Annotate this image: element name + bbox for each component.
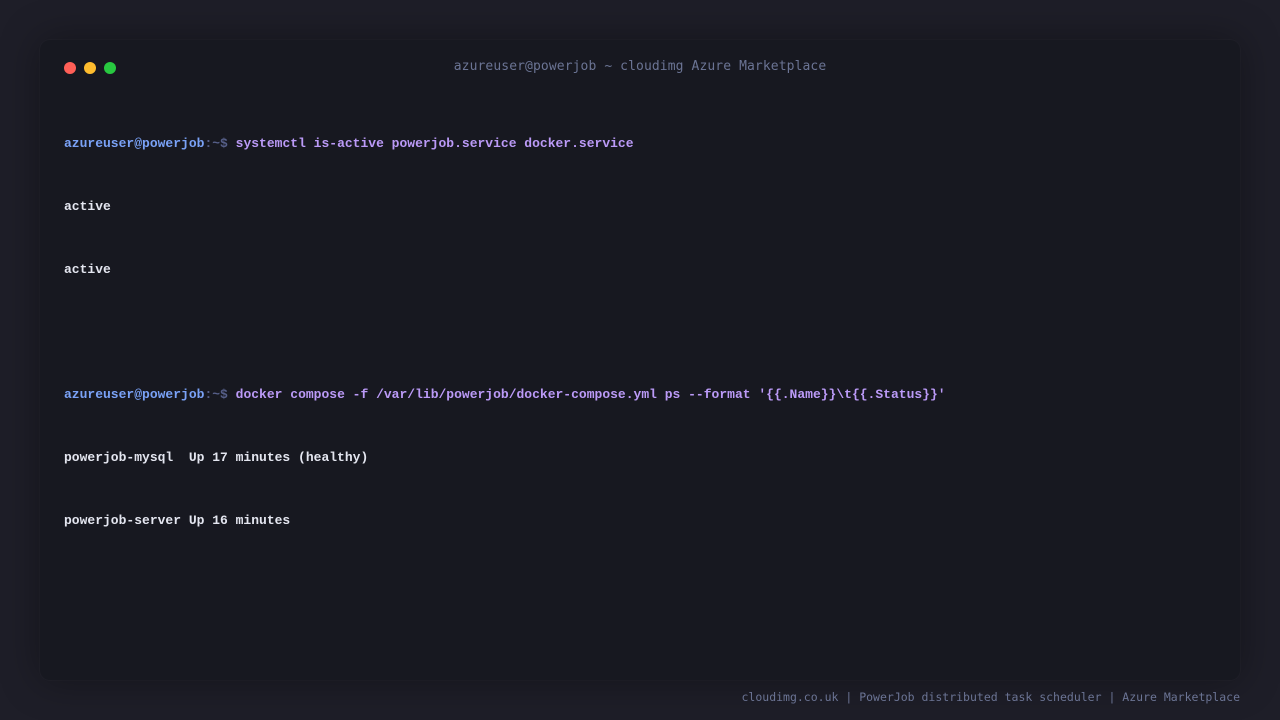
command-text: systemctl is-active powerjob.service doc… (235, 136, 634, 151)
terminal-window: azureuser@powerjob ~ cloudimg Azure Mark… (40, 40, 1240, 680)
terminal-output[interactable]: azureuser@powerjob:~$ systemctl is-activ… (64, 91, 1216, 573)
footer-caption: cloudimg.co.uk | PowerJob distributed ta… (741, 690, 1241, 704)
prompt-user: azureuser@powerjob (64, 387, 205, 402)
output-line: active (64, 199, 111, 214)
command-line: azureuser@powerjob:~$ docker compose -f … (64, 384, 1216, 405)
command-text: docker compose -f /var/lib/powerjob/dock… (235, 387, 946, 402)
output-line: powerjob-server Up 16 minutes (64, 513, 291, 528)
title-bar: azureuser@powerjob ~ cloudimg Azure Mark… (40, 40, 1240, 96)
window-title: azureuser@powerjob ~ cloudimg Azure Mark… (453, 59, 827, 74)
prompt-path: :~$ (204, 387, 228, 402)
prompt-user: azureuser@powerjob (64, 136, 205, 151)
prompt-path: :~$ (204, 136, 228, 151)
output-line: active (64, 262, 111, 277)
output-line: powerjob-mysql Up 17 minutes (healthy) (64, 450, 369, 465)
command-line: azureuser@powerjob:~$ systemctl is-activ… (64, 133, 1216, 154)
page: azureuser@powerjob ~ cloudimg Azure Mark… (0, 0, 1280, 720)
